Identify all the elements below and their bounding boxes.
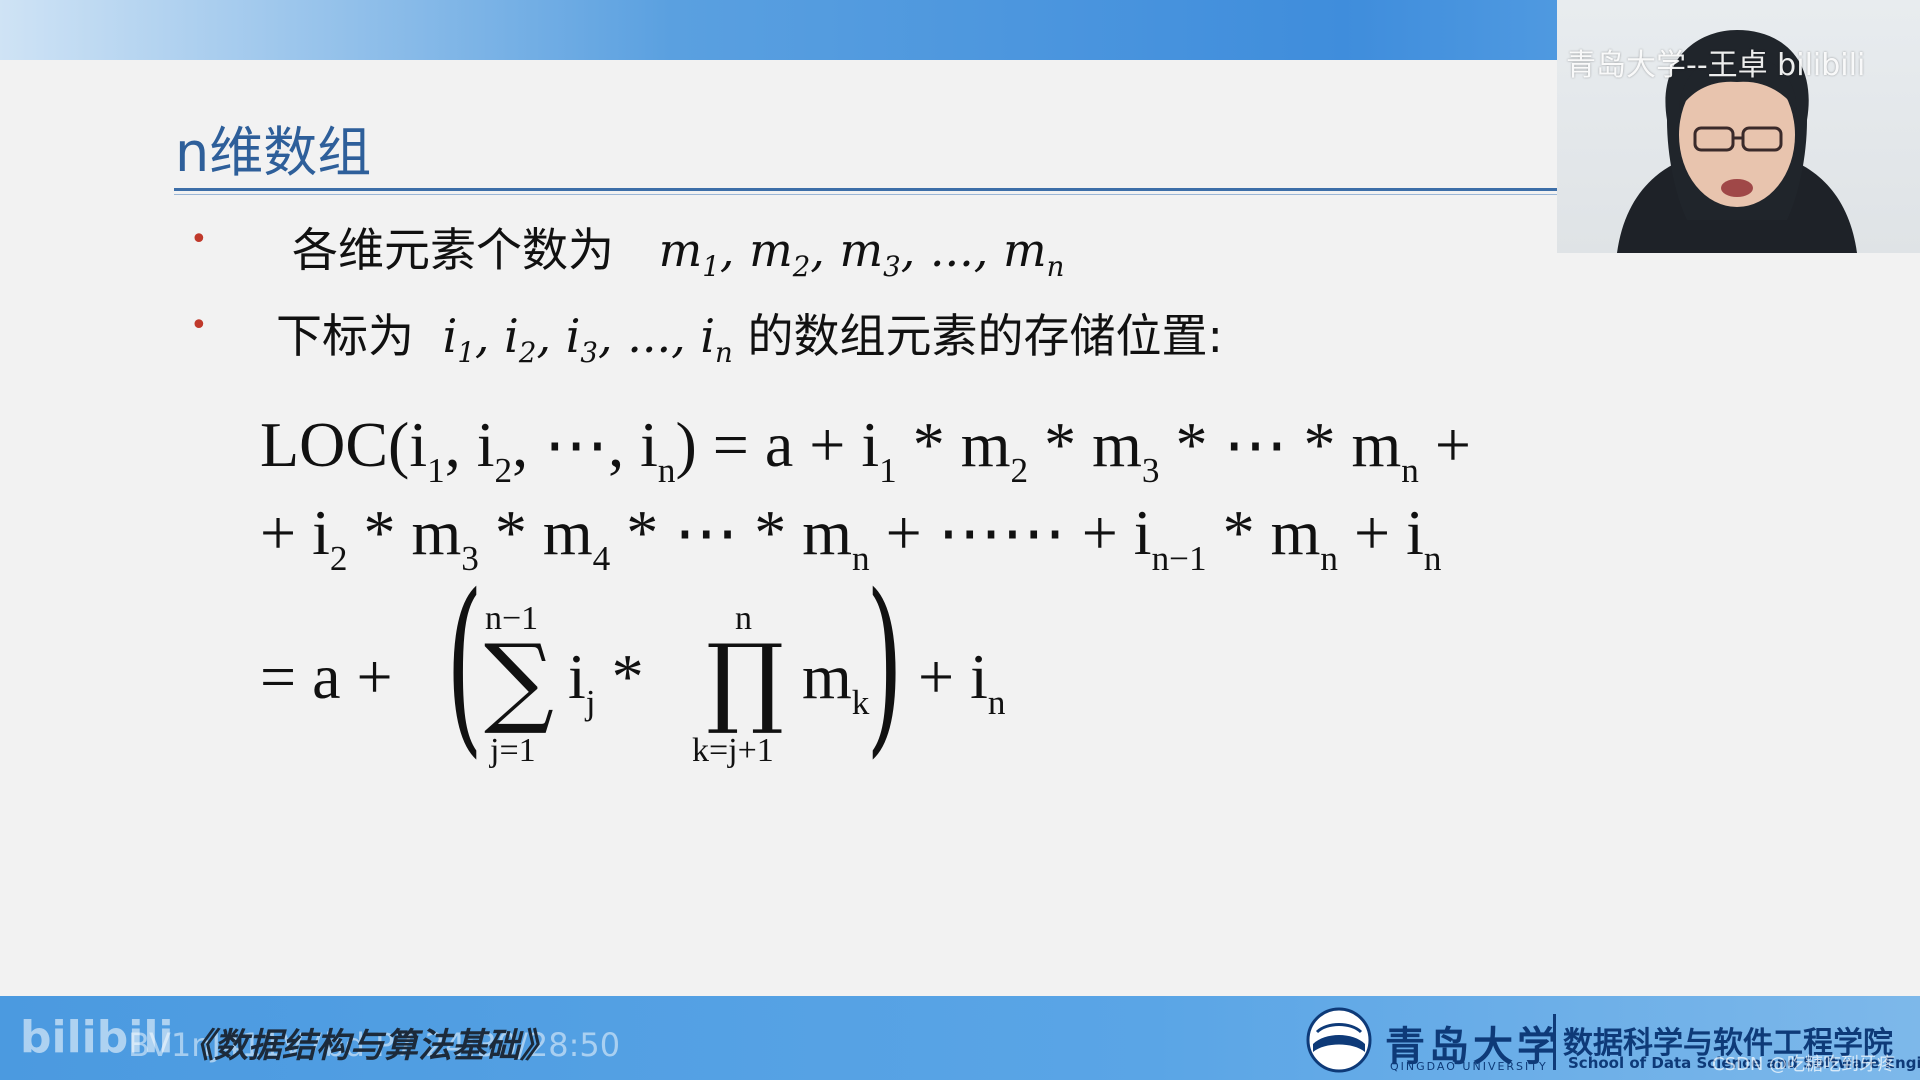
course-title: 《数据结构与算法基础》 xyxy=(180,1026,554,1066)
formula-term-2: mk xyxy=(802,641,870,722)
bullet1-text: 各维元素个数为 xyxy=(292,223,614,277)
presenter-webcam xyxy=(1557,0,1920,253)
bullet2-suffix: 的数组元素的存储位置: xyxy=(747,309,1223,363)
csdn-watermark: CSDN @吃糖吃到牙疼 xyxy=(1712,1054,1896,1075)
formula-line-1: LOC(i1, i2, ⋯, in) = a + i1 * m2 * m3 * … xyxy=(260,409,1471,490)
prod-symbol: ∏ xyxy=(706,624,784,738)
bullet-marker-2: • xyxy=(190,308,208,343)
bullet-line-2: 下标为 i1, i2, i3, ..., in 的数组元素的存储位置: xyxy=(276,300,1223,369)
bullet2-math: i1, i2, i3, ..., in xyxy=(442,309,733,370)
formula-paren-left: ( xyxy=(446,554,484,775)
slide-title: n维数组 xyxy=(175,121,372,184)
title-underline xyxy=(174,188,1558,191)
formula-term-1: ij * xyxy=(568,641,644,722)
logo-divider xyxy=(1553,1014,1556,1070)
webcam-watermark: 青岛大学--王卓 bilibili xyxy=(1566,48,1866,83)
title-underline-thin xyxy=(174,194,1558,195)
presenter-figure xyxy=(1617,30,1857,253)
formula-tail: + in xyxy=(918,641,1006,722)
bullet2-prefix: 下标为 xyxy=(276,309,414,363)
bullet-marker-1: • xyxy=(190,222,208,257)
university-name-en: QINGDAO UNIVERSITY xyxy=(1390,1060,1548,1073)
formula-paren-right: ) xyxy=(866,554,904,775)
bullet-line-1: 各维元素个数为 m1, m2, m3, ..., mn xyxy=(292,214,1064,283)
formula-line3-lead: = a + xyxy=(260,641,393,712)
university-emblem-icon xyxy=(1306,1007,1372,1073)
sum-symbol: ∑ xyxy=(484,624,554,738)
sum-lower-limit: j=1 xyxy=(490,732,536,769)
formula-line-2: + i2 * m3 * m4 * ⋯ * mn + ⋯⋯ + in−1 * mn… xyxy=(260,497,1442,578)
prod-lower-limit: k=j+1 xyxy=(692,732,774,769)
bullet1-math: m1, m2, m3, ..., mn xyxy=(658,223,1065,284)
